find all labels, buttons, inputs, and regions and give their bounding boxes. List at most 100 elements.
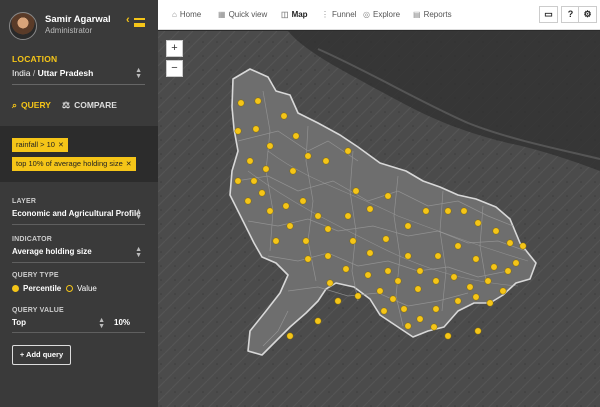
district-marker[interactable] [394, 277, 402, 285]
filter-chip[interactable]: top 10% of average holding size ✕ [12, 157, 136, 171]
filter-chip[interactable]: rainfall > 10 ✕ [12, 138, 68, 152]
location-selector[interactable]: India / Uttar Pradesh ▲ ▼ [12, 67, 144, 80]
district-marker[interactable] [266, 207, 274, 215]
district-marker[interactable] [432, 277, 440, 285]
district-marker[interactable] [404, 222, 412, 230]
district-marker[interactable] [302, 237, 310, 245]
nav-quick-view[interactable]: ▦ Quick view [218, 10, 267, 19]
district-marker[interactable] [292, 132, 300, 140]
tab-query[interactable]: ⌕ QUERY [12, 100, 51, 111]
district-marker[interactable] [422, 207, 430, 215]
query-value-input[interactable]: 10% [114, 318, 144, 330]
layer-select[interactable]: Economic and Agricultural Profile ▲ ▼ [12, 208, 144, 221]
district-marker[interactable] [450, 273, 458, 281]
district-marker[interactable] [272, 237, 280, 245]
district-marker[interactable] [366, 205, 374, 213]
district-marker[interactable] [490, 263, 498, 271]
district-marker[interactable] [414, 285, 422, 293]
district-marker[interactable] [484, 277, 492, 285]
district-marker[interactable] [504, 267, 512, 275]
district-marker[interactable] [430, 323, 438, 331]
zoom-out-button[interactable]: − [166, 60, 183, 77]
avatar[interactable] [9, 12, 37, 40]
district-marker[interactable] [234, 127, 242, 135]
district-marker[interactable] [472, 255, 480, 263]
district-marker[interactable] [460, 207, 468, 215]
district-marker[interactable] [324, 252, 332, 260]
district-marker[interactable] [314, 317, 322, 325]
radio-percentile[interactable]: Percentile [12, 284, 61, 293]
district-marker[interactable] [304, 255, 312, 263]
nav-explore[interactable]: ◎ Explore [363, 10, 400, 19]
district-marker[interactable] [376, 287, 384, 295]
query-operator-select[interactable]: Top ▲ ▼ [12, 317, 107, 330]
district-marker[interactable] [282, 202, 290, 210]
district-marker[interactable] [344, 212, 352, 220]
district-marker[interactable] [499, 287, 507, 295]
district-marker[interactable] [474, 219, 482, 227]
district-marker[interactable] [384, 192, 392, 200]
district-marker[interactable] [299, 197, 307, 205]
tab-compare[interactable]: ⚖ COMPARE [62, 100, 117, 111]
district-marker[interactable] [354, 292, 362, 300]
collapse-sidebar-button[interactable]: ‹ [126, 14, 146, 30]
district-marker[interactable] [237, 99, 245, 107]
district-marker[interactable] [326, 279, 334, 287]
district-marker[interactable] [382, 235, 390, 243]
district-marker[interactable] [432, 305, 440, 313]
district-marker[interactable] [250, 177, 258, 185]
district-marker[interactable] [322, 157, 330, 165]
district-marker[interactable] [262, 165, 270, 173]
district-marker[interactable] [266, 142, 274, 150]
district-marker[interactable] [434, 252, 442, 260]
map-canvas[interactable]: + − [158, 31, 600, 407]
district-marker[interactable] [280, 112, 288, 120]
close-icon[interactable]: ✕ [126, 161, 132, 168]
indicator-select[interactable]: Average holding size ▲ ▼ [12, 246, 144, 259]
nav-reports[interactable]: ▤ Reports [413, 10, 452, 19]
district-marker[interactable] [324, 225, 332, 233]
monitor-button[interactable]: ▭ [539, 6, 558, 23]
district-marker[interactable] [472, 293, 480, 301]
district-marker[interactable] [416, 267, 424, 275]
district-marker[interactable] [474, 327, 482, 335]
district-marker[interactable] [244, 197, 252, 205]
district-marker[interactable] [286, 222, 294, 230]
district-marker[interactable] [252, 125, 260, 133]
district-marker[interactable] [400, 305, 408, 313]
district-marker[interactable] [384, 267, 392, 275]
district-marker[interactable] [404, 322, 412, 330]
district-marker[interactable] [234, 177, 242, 185]
district-marker[interactable] [342, 265, 350, 273]
district-marker[interactable] [454, 242, 462, 250]
add-query-button[interactable]: + Add query [12, 345, 71, 365]
district-marker[interactable] [352, 187, 360, 195]
district-marker[interactable] [389, 295, 397, 303]
district-marker[interactable] [314, 212, 322, 220]
district-marker[interactable] [258, 189, 266, 197]
district-marker[interactable] [344, 147, 352, 155]
district-marker[interactable] [254, 97, 262, 105]
district-marker[interactable] [519, 242, 527, 250]
district-marker[interactable] [304, 152, 312, 160]
district-marker[interactable] [349, 237, 357, 245]
district-marker[interactable] [364, 271, 372, 279]
district-marker[interactable] [286, 332, 294, 340]
district-marker[interactable] [404, 252, 412, 260]
district-marker[interactable] [289, 167, 297, 175]
district-marker[interactable] [444, 332, 452, 340]
district-marker[interactable] [416, 315, 424, 323]
district-marker[interactable] [454, 297, 462, 305]
district-marker[interactable] [486, 299, 494, 307]
district-marker[interactable] [466, 283, 474, 291]
district-marker[interactable] [492, 227, 500, 235]
district-marker[interactable] [366, 249, 374, 257]
district-marker[interactable] [444, 207, 452, 215]
district-marker[interactable] [380, 307, 388, 315]
district-marker[interactable] [334, 297, 342, 305]
radio-value[interactable]: Value [66, 284, 97, 293]
zoom-in-button[interactable]: + [166, 40, 183, 57]
close-icon[interactable]: ✕ [58, 142, 64, 149]
settings-button[interactable]: ⚙ [578, 6, 597, 23]
district-marker[interactable] [512, 259, 520, 267]
